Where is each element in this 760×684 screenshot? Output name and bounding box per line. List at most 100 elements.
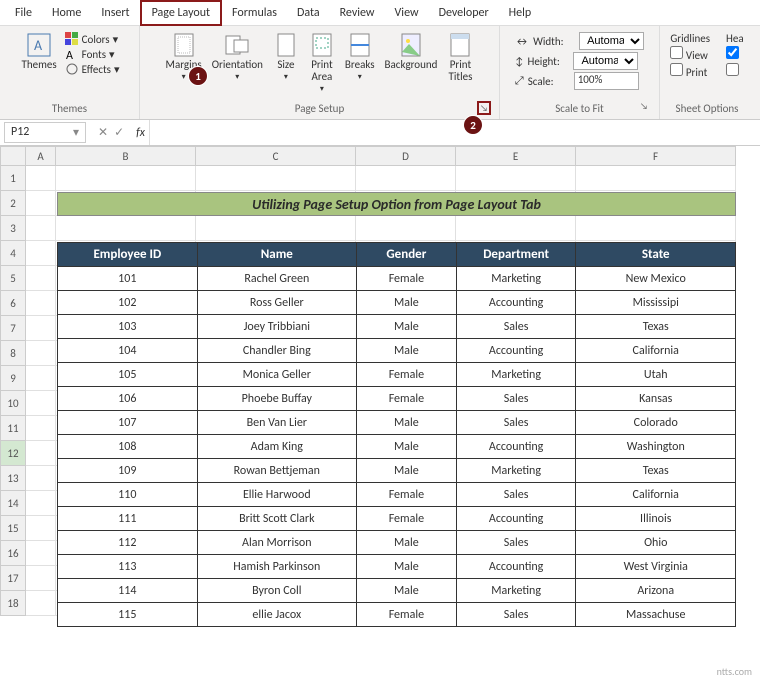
row-header[interactable]: 18 [0,591,26,616]
table-cell[interactable]: Rachel Green [197,267,356,291]
table-cell[interactable]: Ross Geller [197,291,356,315]
table-cell[interactable]: 102 [58,291,198,315]
table-cell[interactable]: Marketing [456,363,576,387]
table-cell[interactable]: Accounting [456,507,576,531]
headings-view-checkbox[interactable] [726,46,744,62]
table-cell[interactable]: West Virginia [576,555,736,579]
table-cell[interactable]: Female [357,267,457,291]
table-cell[interactable]: Marketing [456,459,576,483]
table-cell[interactable]: Male [357,459,457,483]
col-header[interactable]: E [456,146,576,166]
table-cell[interactable]: Marketing [456,579,576,603]
table-cell[interactable]: Britt Scott Clark [197,507,356,531]
table-cell[interactable]: Monica Geller [197,363,356,387]
row-header[interactable]: 12 [0,441,26,466]
table-cell[interactable]: 106 [58,387,198,411]
tab-review[interactable]: Review [330,2,385,24]
table-cell[interactable]: Female [357,363,457,387]
row-header[interactable]: 6 [0,291,26,316]
table-cell[interactable]: New Mexico [576,267,736,291]
col-header[interactable]: A [26,146,56,166]
name-box[interactable]: P12▾ [4,122,86,143]
tab-data[interactable]: Data [287,2,330,24]
print-titles-button[interactable]: Print Titles [443,30,477,85]
table-cell[interactable]: Female [357,483,457,507]
table-cell[interactable]: 105 [58,363,198,387]
table-cell[interactable]: 114 [58,579,198,603]
table-cell[interactable]: 109 [58,459,198,483]
table-cell[interactable]: Byron Coll [197,579,356,603]
table-cell[interactable]: Colorado [576,411,736,435]
table-cell[interactable]: 101 [58,267,198,291]
gridlines-print-checkbox[interactable]: Print [670,63,710,79]
col-header[interactable]: C [196,146,356,166]
themes-button[interactable]: A Themes [17,30,60,73]
table-cell[interactable]: Arizona [576,579,736,603]
row-header[interactable]: 10 [0,391,26,416]
row-header[interactable]: 16 [0,541,26,566]
effects-button[interactable]: Effects ▾ [65,62,120,76]
table-cell[interactable]: Mississipi [576,291,736,315]
table-cell[interactable]: Sales [456,387,576,411]
table-cell[interactable]: Male [357,339,457,363]
gridlines-view-checkbox[interactable]: View [670,46,710,62]
table-cell[interactable]: Accounting [456,555,576,579]
table-cell[interactable]: Chandler Bing [197,339,356,363]
table-cell[interactable]: Accounting [456,435,576,459]
row-header[interactable]: 14 [0,491,26,516]
height-select[interactable]: Automatic [573,52,638,70]
table-cell[interactable]: Alan Morrison [197,531,356,555]
table-cell[interactable]: Male [357,555,457,579]
select-all-corner[interactable] [0,146,26,166]
table-cell[interactable]: Washington [576,435,736,459]
row-header[interactable]: 9 [0,366,26,391]
headings-print-checkbox[interactable] [726,63,744,79]
col-header[interactable]: D [356,146,456,166]
table-cell[interactable]: Female [357,603,457,627]
row-header[interactable]: 8 [0,341,26,366]
table-cell[interactable]: Hamish Parkinson [197,555,356,579]
table-cell[interactable]: 112 [58,531,198,555]
table-cell[interactable]: Male [357,291,457,315]
col-header[interactable]: B [56,146,196,166]
table-cell[interactable]: Accounting [456,339,576,363]
table-cell[interactable]: Ohio [576,531,736,555]
breaks-button[interactable]: Breaks▾ [341,30,379,84]
colors-button[interactable]: Colors ▾ [65,32,120,46]
table-cell[interactable]: Male [357,579,457,603]
table-cell[interactable]: Sales [456,411,576,435]
table-cell[interactable]: 111 [58,507,198,531]
row-header[interactable]: 4 [0,241,26,266]
table-cell[interactable]: 103 [58,315,198,339]
print-area-button[interactable]: Print Area▾ [305,30,339,96]
row-header[interactable]: 7 [0,316,26,341]
table-cell[interactable]: Marketing [456,267,576,291]
table-cell[interactable]: Male [357,435,457,459]
table-cell[interactable]: California [576,339,736,363]
size-button[interactable]: Size▾ [269,30,303,84]
table-cell[interactable]: Ellie Harwood [197,483,356,507]
row-header[interactable]: 1 [0,166,26,191]
row-header[interactable]: 5 [0,266,26,291]
scale-input[interactable]: 100% [574,72,639,90]
row-header[interactable]: 17 [0,566,26,591]
fonts-button[interactable]: AFonts ▾ [65,47,120,61]
tab-page-layout[interactable]: Page Layout [140,0,222,26]
formula-bar[interactable] [149,120,760,145]
table-cell[interactable]: Male [357,411,457,435]
table-cell[interactable]: Joey Tribbiani [197,315,356,339]
row-header[interactable]: 2 [0,191,26,216]
table-cell[interactable]: Massachuse [576,603,736,627]
tab-home[interactable]: Home [42,2,91,24]
background-button[interactable]: Background [381,30,442,73]
tab-formulas[interactable]: Formulas [222,2,287,24]
table-cell[interactable]: 110 [58,483,198,507]
table-cell[interactable]: Male [357,531,457,555]
col-header[interactable]: F [576,146,736,166]
table-cell[interactable]: Texas [576,459,736,483]
row-header[interactable]: 13 [0,466,26,491]
table-cell[interactable]: Ben Van Lier [197,411,356,435]
table-cell[interactable]: Female [357,507,457,531]
row-header[interactable]: 3 [0,216,26,241]
table-cell[interactable]: Sales [456,315,576,339]
